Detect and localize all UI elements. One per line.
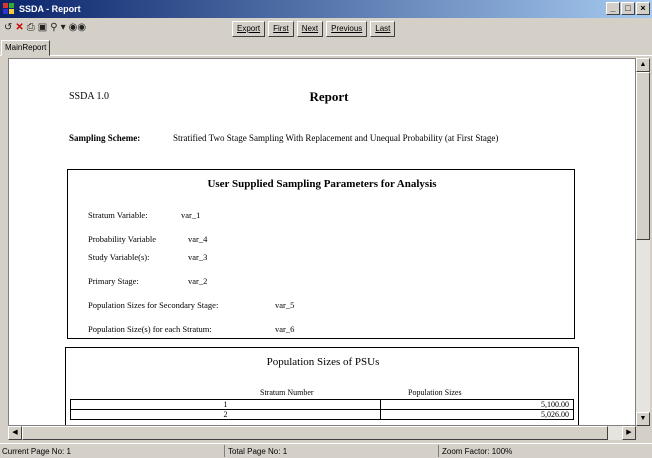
param-label-stratum: Stratum Variable:	[88, 210, 148, 220]
psu-column-stratum: Stratum Number	[260, 388, 314, 397]
tab-divider	[0, 55, 652, 56]
psu-panel: Population Sizes of PSUs Stratum Number …	[65, 347, 579, 425]
param-value-study: var_3	[188, 252, 208, 262]
page-setup-icon[interactable]: ▣	[38, 22, 47, 34]
status-bar: Current Page No: 1 Total Page No: 1 Zoom…	[0, 443, 652, 458]
dropdown-icon[interactable]: ▾	[61, 22, 66, 34]
parameters-title: User Supplied Sampling Parameters for An…	[207, 178, 437, 190]
param-value-stratum-sizes: var_6	[275, 324, 295, 334]
vertical-scrollbar[interactable]: ▲ ▼	[636, 58, 650, 426]
minimize-button[interactable]: _	[606, 2, 620, 15]
last-button[interactable]: Last	[370, 21, 396, 37]
zoom-status: Zoom Factor: 100%	[442, 447, 513, 456]
sampling-scheme-value: Stratified Two Stage Sampling With Repla…	[173, 133, 499, 143]
first-button[interactable]: First	[268, 21, 294, 37]
table-row: 1 5,100.00	[70, 399, 574, 410]
report-viewport: SSDA 1.0 Report Sampling Scheme: Stratif…	[8, 58, 636, 426]
psu-stratum-cell: 2	[70, 409, 381, 420]
param-value-secondary-sizes: var_5	[275, 300, 295, 310]
zoom-icon[interactable]: ⚲	[50, 22, 57, 34]
refresh-icon[interactable]: ↺	[4, 22, 12, 34]
report-title: Report	[309, 89, 349, 104]
scroll-down-icon[interactable]: ▼	[636, 412, 650, 426]
param-label-primary: Primary Stage:	[88, 276, 139, 286]
report-page: SSDA 1.0 Report Sampling Scheme: Stratif…	[9, 59, 635, 425]
psu-stratum-cell: 1	[70, 399, 381, 410]
current-page-status: Current Page No: 1	[2, 447, 71, 456]
vertical-scroll-thumb[interactable]	[636, 72, 650, 240]
param-label-study: Study Variable(s):	[88, 252, 150, 262]
title-bar: SSDA - Report _ □ ×	[0, 0, 652, 18]
param-value-stratum: var_1	[181, 210, 201, 220]
previous-button[interactable]: Previous	[326, 21, 368, 37]
print-icon[interactable]: ⎙	[27, 22, 35, 34]
param-label-probability: Probability Variable	[88, 234, 157, 244]
psu-table: 1 5,100.00 2 5,026.00	[70, 399, 574, 420]
param-value-primary: var_2	[188, 276, 208, 286]
horizontal-scrollbar[interactable]: ◀ ▶	[8, 426, 636, 440]
param-value-probability: var_4	[188, 234, 208, 244]
close-icon[interactable]: ✕	[15, 22, 23, 34]
scroll-up-icon[interactable]: ▲	[636, 58, 650, 72]
psu-size-cell: 5,100.00	[380, 399, 574, 410]
status-divider	[438, 445, 439, 457]
close-button[interactable]: ×	[636, 2, 650, 15]
scroll-left-icon[interactable]: ◀	[8, 426, 22, 440]
psu-size-cell: 5,026.00	[380, 409, 574, 420]
param-label-secondary-sizes: Population Sizes for Secondary Stage:	[88, 300, 219, 310]
table-row: 2 5,026.00	[70, 409, 574, 420]
status-divider	[224, 445, 225, 457]
parameters-panel: User Supplied Sampling Parameters for An…	[67, 169, 575, 339]
horizontal-scroll-thumb[interactable]	[22, 426, 608, 440]
scroll-right-icon[interactable]: ▶	[622, 426, 636, 440]
total-page-status: Total Page No: 1	[228, 447, 288, 456]
psu-title: Population Sizes of PSUs	[266, 356, 380, 368]
next-button[interactable]: Next	[296, 21, 324, 37]
maximize-button[interactable]: □	[621, 2, 635, 15]
app-icon	[3, 3, 15, 15]
binoculars-icon[interactable]: ◉◉	[69, 22, 86, 34]
window-title: SSDA - Report	[19, 4, 81, 14]
export-button[interactable]: Export	[232, 21, 266, 37]
sampling-scheme-label: Sampling Scheme:	[69, 133, 141, 143]
toolbar: ↺ ✕ ⎙ ▣ ⚲ ▾ ◉◉ Export First Next Previou…	[0, 18, 652, 40]
tab-main-report[interactable]: MainReport	[1, 40, 51, 56]
param-label-stratum-sizes: Population Size(s) for each Stratum:	[88, 324, 212, 334]
psu-column-sizes: Population Sizes	[408, 388, 462, 397]
